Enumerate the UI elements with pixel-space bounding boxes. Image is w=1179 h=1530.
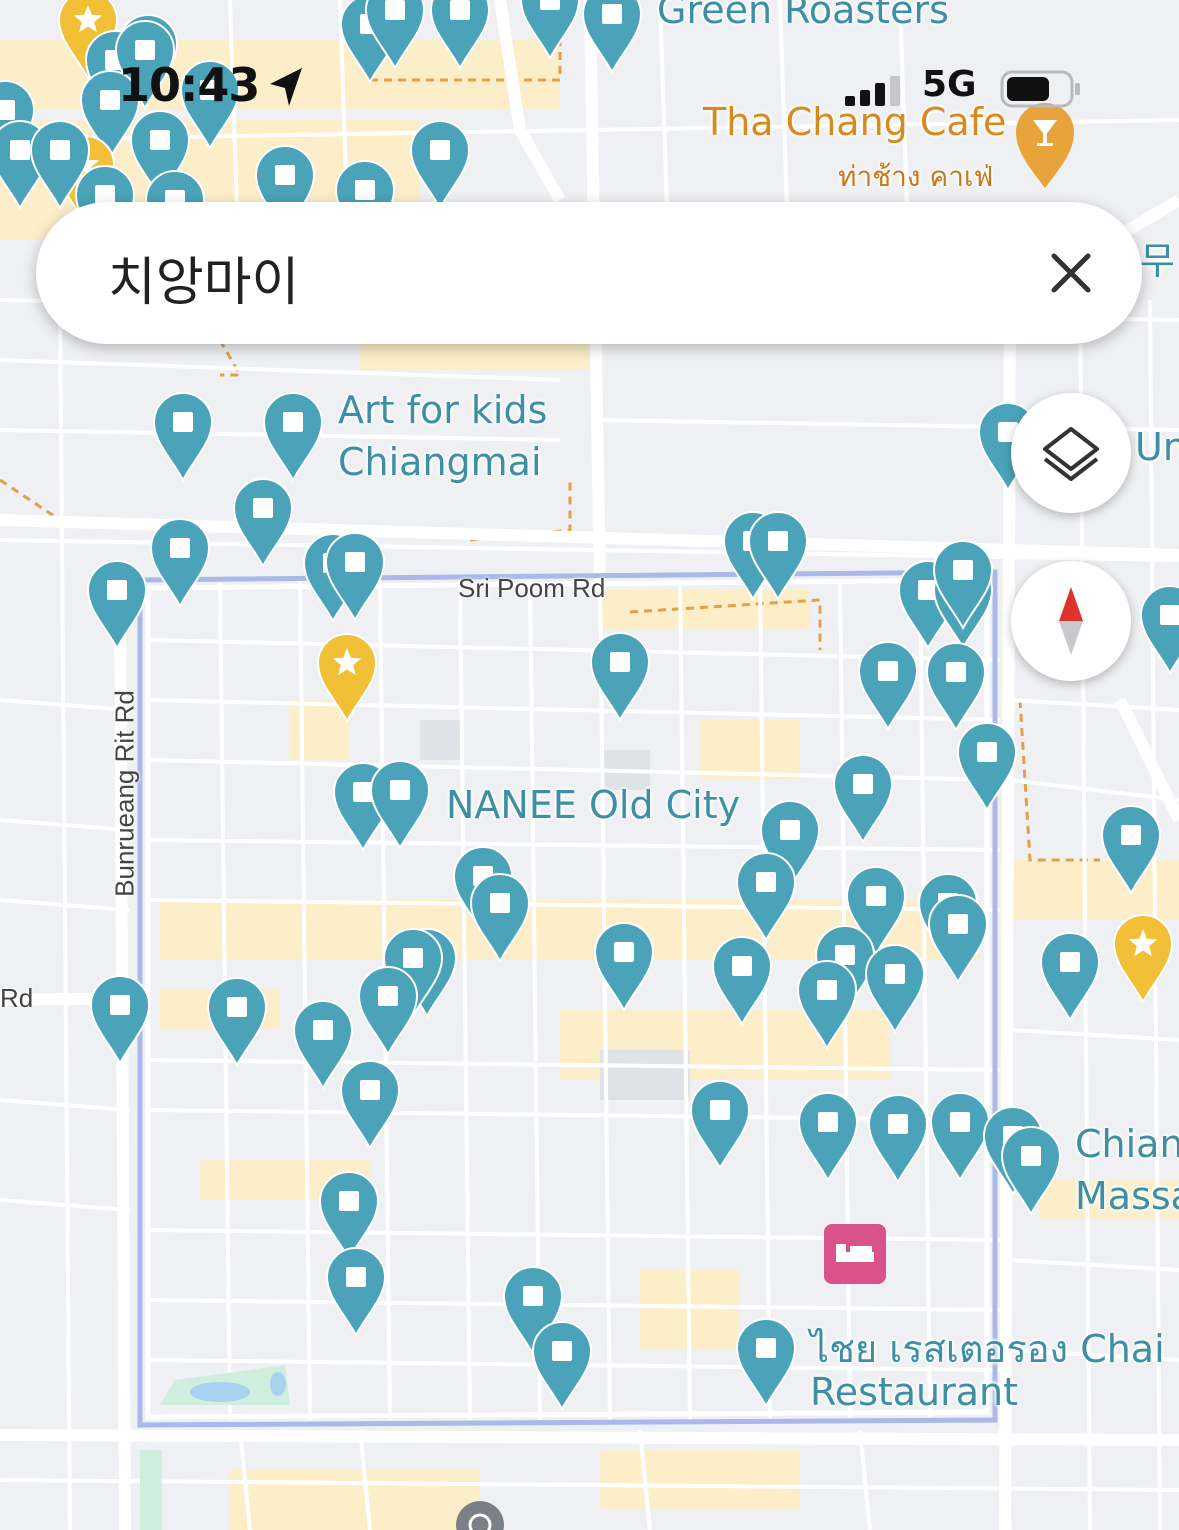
place-label-chian-2[interactable]: Massa [1075, 1174, 1179, 1218]
place-label-chai-2[interactable]: Restaurant [810, 1370, 1018, 1414]
status-time: 10:43 [118, 58, 260, 112]
search-bar[interactable]: 치앙마이 [36, 202, 1142, 344]
search-query[interactable]: 치앙마이 [108, 240, 299, 315]
road-label-bunrueang: Bunrueang Rit Rd [109, 690, 140, 897]
location-arrow-icon [270, 68, 302, 106]
place-label-mu[interactable]: 무 [1140, 230, 1175, 285]
place-label-art-for-kids-1[interactable]: Art for kids [338, 388, 547, 432]
status-bar: 10:43 5G [0, 58, 1179, 128]
road-label-sri-poom: Sri Poom Rd [458, 573, 606, 603]
road-label-rd: Rd [0, 983, 34, 1013]
place-label-chian-1[interactable]: Chian [1075, 1122, 1179, 1166]
battery-icon [1000, 70, 1080, 108]
compass-icon [1059, 587, 1083, 655]
place-label-green-roasters[interactable]: Green Roasters [657, 0, 949, 32]
signal-icon [845, 76, 900, 106]
close-icon[interactable] [1048, 250, 1094, 296]
layers-button[interactable] [1011, 393, 1131, 513]
place-label-nanee[interactable]: NANEE Old City [446, 783, 740, 827]
compass-button[interactable] [1011, 561, 1131, 681]
place-label-tha-chang-cafe-thai: ท่าช้าง คาเฟ่ [838, 160, 994, 193]
place-label-art-for-kids-2[interactable]: Chiangmai [338, 440, 542, 484]
place-label-un[interactable]: Un [1135, 425, 1179, 469]
network-type: 5G [922, 64, 977, 105]
hotel-icon[interactable] [824, 1224, 886, 1284]
layers-icon [1043, 427, 1099, 481]
